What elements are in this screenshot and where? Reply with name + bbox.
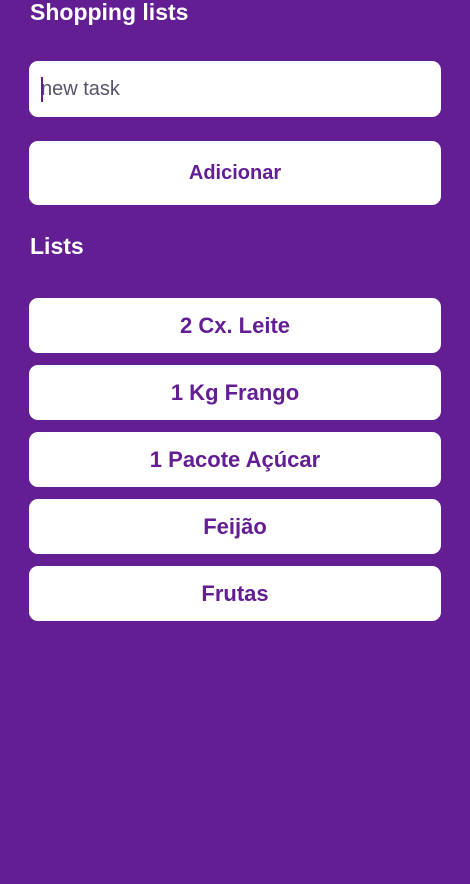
list-item[interactable]: Feijão [29,499,441,554]
list-item[interactable]: Frutas [29,566,441,621]
shopping-list: 2 Cx. Leite 1 Kg Frango 1 Pacote Açúcar … [29,298,441,633]
list-item[interactable]: 2 Cx. Leite [29,298,441,353]
lists-heading: Lists [30,233,84,259]
page-title: Shopping lists [30,0,189,25]
text-cursor [41,77,43,102]
list-item[interactable]: 1 Kg Frango [29,365,441,420]
add-button[interactable]: Adicionar [29,141,441,205]
list-item[interactable]: 1 Pacote Açúcar [29,432,441,487]
new-task-input[interactable] [29,61,441,117]
